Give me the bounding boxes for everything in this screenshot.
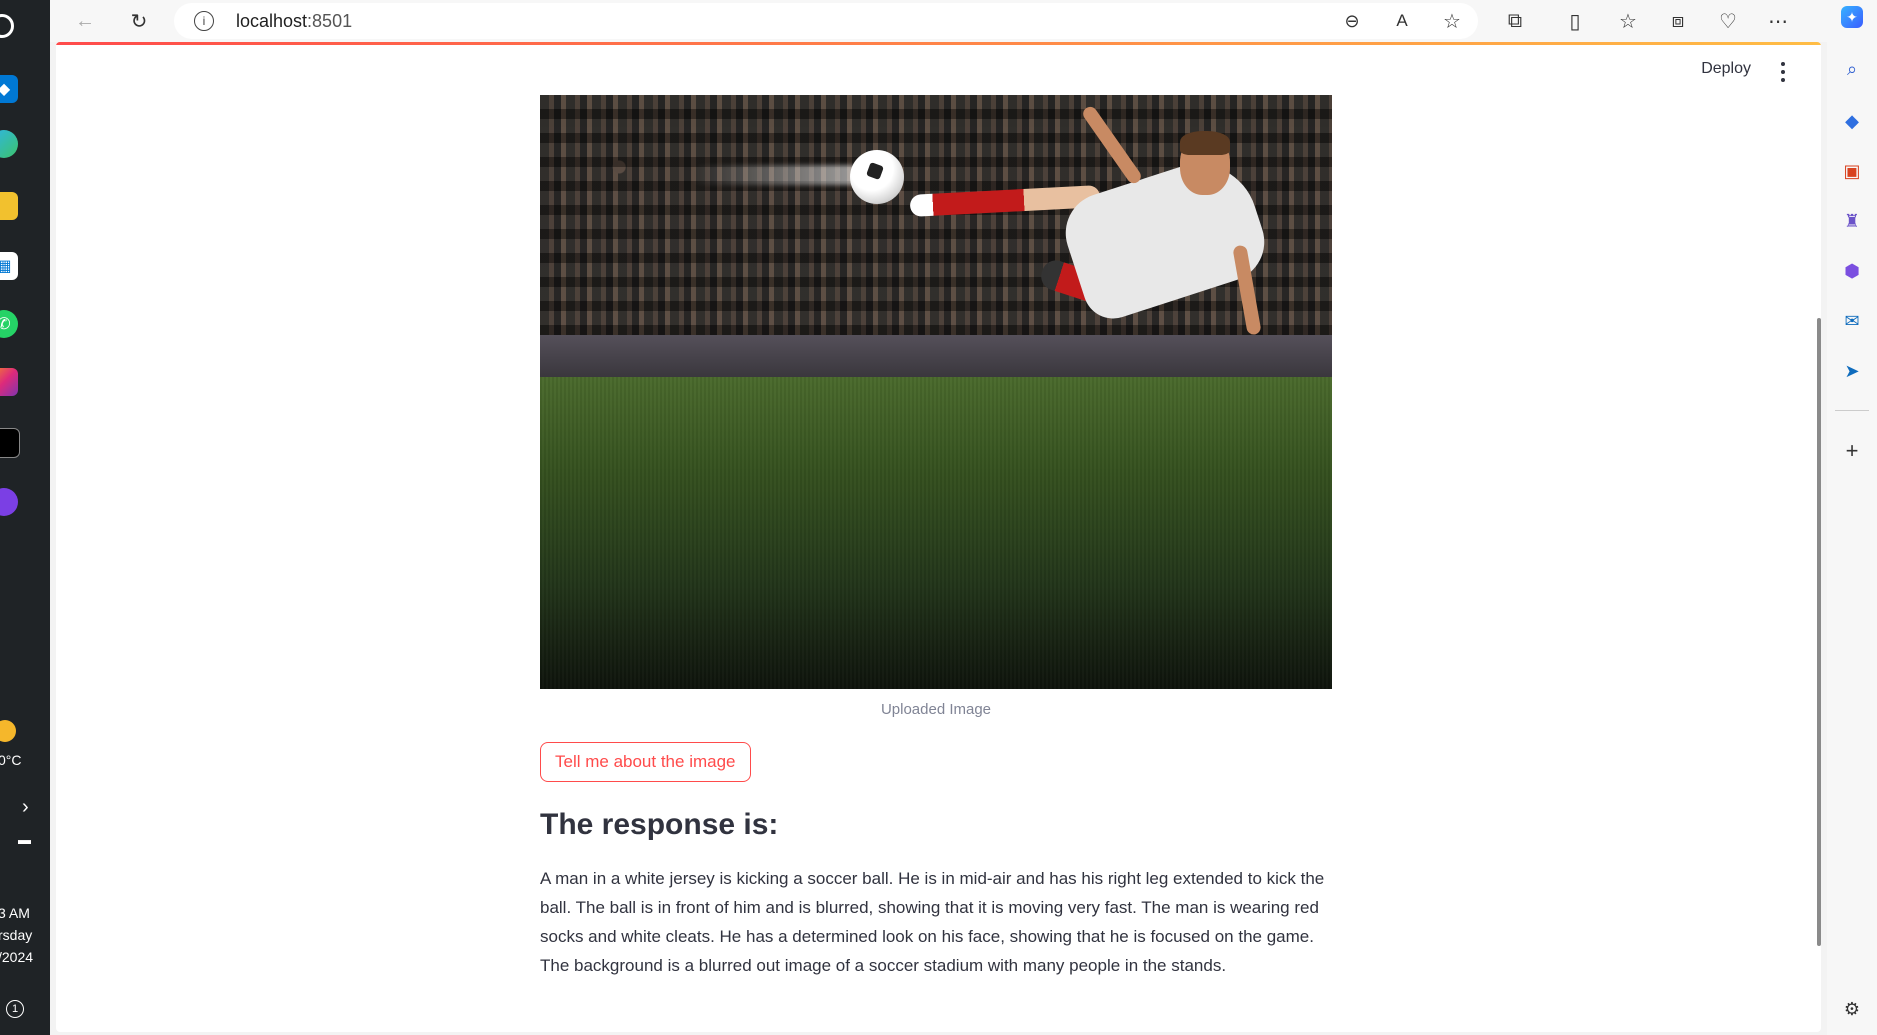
header-decoration [56,42,1821,45]
url-text[interactable]: localhost:8501 [236,11,352,32]
outlook-icon[interactable]: ✉ [1841,310,1863,332]
store-icon[interactable]: ▦ [0,252,18,280]
vscode-icon[interactable]: ◆ [0,75,18,103]
image-caption: Uploaded Image [880,701,992,718]
favorites-icon[interactable]: ☆ [1613,6,1643,36]
games-icon[interactable]: ♜ [1841,210,1863,232]
response-heading: The response is: [540,808,779,841]
instagram-icon[interactable] [0,368,18,396]
split-screen-icon[interactable]: ▯ [1560,6,1590,36]
url-port: :8501 [307,11,353,31]
send-icon[interactable]: ➤ [1841,360,1863,382]
main-content: Uploaded Image Tell me about the image T… [540,95,1332,980]
start-icon[interactable] [0,14,14,38]
deploy-button[interactable]: Deploy [1701,60,1751,78]
terminal-icon[interactable] [0,428,20,458]
image-player-hair [1180,131,1230,155]
shopping-tag-icon[interactable]: ◆ [1841,110,1863,132]
back-arrow-icon[interactable]: ← [70,6,100,36]
add-icon[interactable]: + [1841,438,1863,463]
image-ball [850,150,904,204]
search-icon[interactable]: ⌕ [1841,58,1863,80]
taskbar: ◆ ▦ ✆ 0°C › ▬ 3 AM rsday /2024 1 [0,0,50,1035]
streamlit-page: Deploy Uploaded Image Tell me about the … [56,42,1821,1032]
address-bar[interactable]: i localhost:8501 ⊖ A ☆ [174,3,1478,39]
browser-toolbar: ← ↻ i localhost:8501 ⊖ A ☆ ⧉ ▯ ☆ ⧈ ♡ ⋯ [50,0,1827,42]
whatsapp-icon[interactable]: ✆ [0,310,18,338]
chevron-right-icon[interactable]: › [22,796,29,819]
image-wall [540,335,1332,377]
clock-date[interactable]: /2024 [0,949,33,965]
weather-icon[interactable] [0,720,16,742]
image-ball-streak [690,165,860,185]
clock-time[interactable]: 3 AM [0,905,30,921]
tell-me-about-image-button[interactable]: Tell me about the image [540,742,751,782]
read-aloud-icon[interactable]: A [1387,6,1417,36]
star-icon[interactable]: ☆ [1437,6,1467,36]
file-explorer-icon[interactable] [0,192,18,220]
weather-temp[interactable]: 0°C [0,752,22,768]
zoom-out-icon[interactable]: ⊖ [1337,6,1367,36]
main-menu-icon[interactable] [1775,62,1791,82]
toolbox-icon[interactable]: ▣ [1841,160,1863,182]
heart-pulse-icon[interactable]: ♡ [1713,6,1743,36]
url-host: localhost [236,11,308,31]
puzzle-icon[interactable]: ⧉ [1500,6,1530,36]
refresh-icon[interactable]: ↻ [124,6,154,36]
image-grass [540,377,1332,689]
uploaded-image [540,95,1332,689]
sidebar-divider [1835,410,1869,411]
settings-gear-icon[interactable]: ⚙ [1841,998,1863,1020]
microsoft365-icon[interactable]: ⬢ [1841,260,1863,282]
notification-badge[interactable]: 1 [6,1000,24,1018]
info-icon[interactable]: i [194,11,214,31]
edge-icon[interactable] [0,130,18,158]
github-icon[interactable] [0,488,18,516]
response-text: A man in a white jersey is kicking a soc… [540,869,1325,975]
more-icon[interactable]: ⋯ [1763,6,1793,36]
edge-sidebar: ✦ ⌕ ◆ ▣ ♜ ⬢ ✉ ➤ + ⚙ [1827,0,1877,1035]
page-scrollbar[interactable] [1817,318,1821,946]
clock-day[interactable]: rsday [0,927,32,943]
copilot-icon[interactable]: ✦ [1841,6,1863,28]
collections-icon[interactable]: ⧈ [1663,6,1693,36]
battery-icon[interactable]: ▬ [18,832,31,847]
